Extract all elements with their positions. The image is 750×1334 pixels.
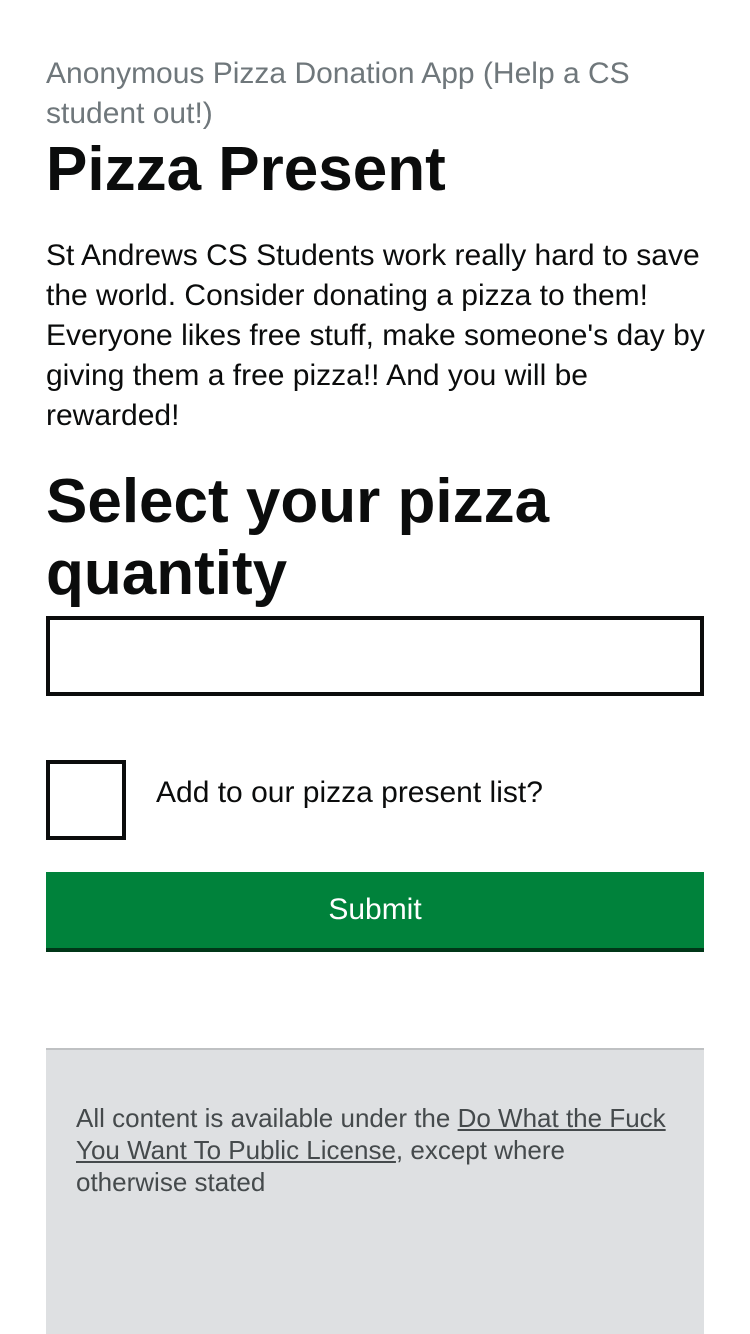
page: Anonymous Pizza Donation App (Help a CS … — [0, 0, 750, 1334]
quantity-heading: Select your pizza quantity — [46, 467, 550, 608]
pizza-quantity-input[interactable] — [46, 616, 704, 696]
intro-paragraph: St Andrews CS Students work really hard … — [46, 239, 705, 432]
page-caption: Anonymous Pizza Donation App (Help a CS … — [46, 57, 630, 130]
pizza-list-checkbox[interactable] — [46, 760, 126, 840]
submit-button[interactable]: Submit — [46, 872, 704, 952]
footer: All content is available under the Do Wh… — [46, 1048, 704, 1334]
footer-license-prefix: All content is available under the — [76, 1103, 458, 1133]
pizza-list-checkbox-label[interactable]: Add to our pizza present list? — [156, 773, 543, 813]
footer-license-text: All content is available under the Do Wh… — [76, 1102, 674, 1198]
page-title: Pizza Present — [46, 135, 446, 204]
pizza-list-checkbox-row[interactable]: Add to our pizza present list? — [46, 760, 706, 840]
